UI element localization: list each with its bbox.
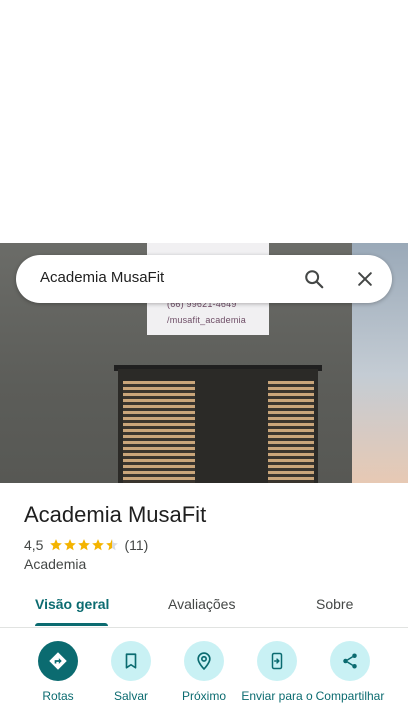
tab-overview[interactable]: Visão geral [35,596,109,612]
rating-row[interactable]: 4,5 (11) [24,536,148,554]
star-icon [78,539,91,551]
save-circle [111,641,151,681]
share-button[interactable]: Compartilhar [310,641,390,704]
search-button[interactable] [298,263,330,295]
tab-bar: Visão geral Avaliações Sobre [0,586,408,628]
place-category[interactable]: Academia [24,556,86,572]
nearby-icon [197,652,211,671]
search-icon [305,270,324,289]
nearby-label: Próximo [181,689,226,703]
clear-search-button[interactable] [349,263,381,295]
star-icon [64,539,77,551]
nearby-button[interactable]: Próximo [164,641,244,704]
window-blind-right [268,381,314,483]
directions-label: Rotas [42,689,74,703]
nearby-circle [184,641,224,681]
search-query[interactable]: Academia MusaFit [40,269,164,286]
half-star-icon [106,539,119,551]
directions-icon [49,652,67,670]
save-button[interactable]: Salvar [91,641,171,704]
share-icon [343,653,357,669]
place-title: Academia MusaFit [24,502,207,527]
bookmark-icon [125,653,137,669]
send-to-phone-label: Enviar para o [241,689,313,703]
share-circle [330,641,370,681]
directions-button[interactable]: Rotas [18,641,98,704]
tab-about[interactable]: Sobre [316,596,353,612]
rating-value: 4,5 [24,537,44,553]
star-rating [49,538,119,552]
search-bar[interactable]: Academia MusaFit [16,255,392,303]
sign-handle: /musafit_academia [167,315,246,325]
send-to-phone-button[interactable]: Enviar para o [237,641,317,704]
active-tab-indicator [35,623,108,626]
directions-circle [38,641,78,681]
tab-reviews[interactable]: Avaliações [168,596,235,612]
close-icon [358,272,372,286]
reviews-count[interactable]: (11) [124,537,148,553]
star-icon [92,539,105,551]
send-to-phone-circle [257,641,297,681]
share-label: Compartilhar [315,689,385,703]
star-icon [50,539,63,551]
window-blind-left [123,381,195,483]
save-label: Salvar [113,689,148,703]
send-to-phone-icon [271,652,283,670]
